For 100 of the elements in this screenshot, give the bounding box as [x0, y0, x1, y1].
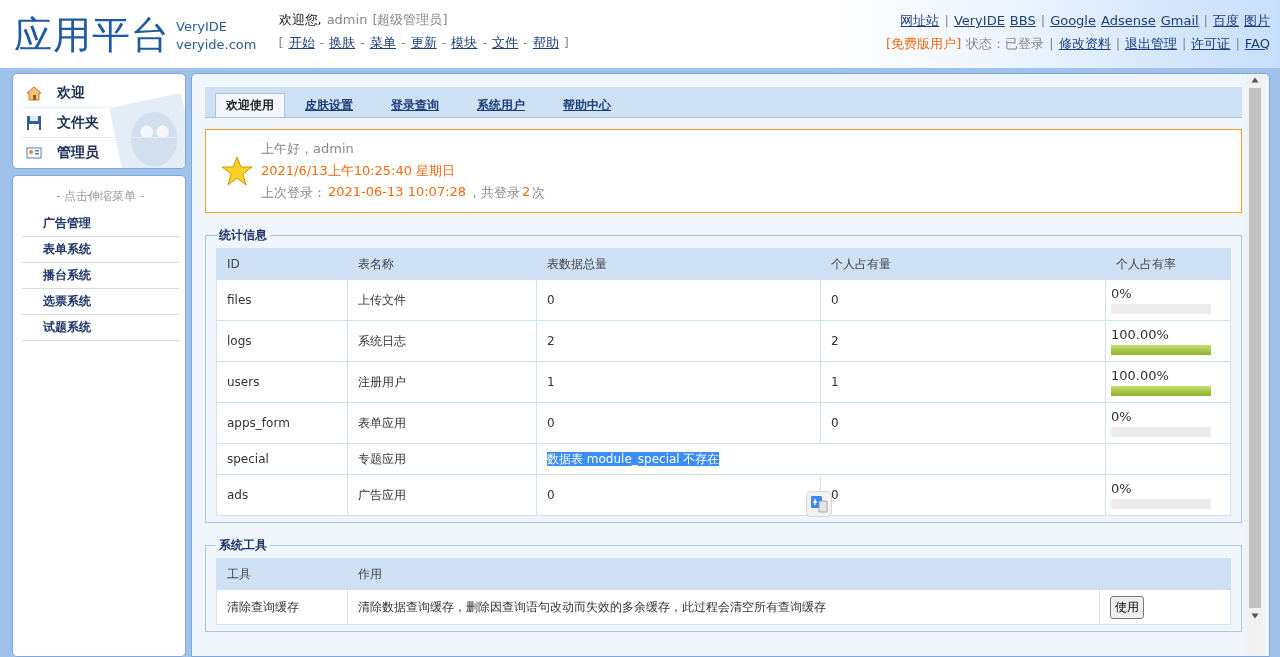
- table-cell: 0: [820, 279, 1106, 321]
- error-message: 数据表 module_special 不存在: [547, 451, 720, 466]
- table-cell: 专题应用: [347, 443, 537, 475]
- table-cell: 2: [820, 320, 1106, 362]
- login-status: 状态：已登录: [966, 35, 1045, 53]
- column-header: 工具: [216, 558, 348, 590]
- top-link[interactable]: 网址站: [900, 12, 940, 30]
- edition-label: [免费版用户]: [886, 35, 962, 53]
- account-link[interactable]: 修改资料: [1058, 35, 1111, 53]
- table-cell: apps_form: [216, 402, 348, 444]
- last-login-label: 上次登录：: [261, 184, 326, 202]
- translate-icon[interactable]: [806, 491, 832, 517]
- shortcut-link[interactable]: 欢迎: [57, 83, 85, 102]
- shortcut-link[interactable]: 文件夹: [57, 113, 99, 132]
- bracket-text: [: [278, 35, 284, 50]
- menu-item[interactable]: 广告管理: [22, 211, 179, 237]
- column-header: 表数据总量: [536, 248, 821, 280]
- rate-text: 100.00%: [1111, 327, 1170, 342]
- separator-text: -: [523, 35, 528, 50]
- table-cell: 系统日志: [347, 320, 537, 362]
- house-icon: [26, 84, 42, 101]
- table-cell: ads: [216, 474, 348, 516]
- top-link[interactable]: Adsense: [1100, 13, 1156, 28]
- table-cell: 0: [820, 474, 1106, 516]
- column-header: ID: [216, 248, 348, 280]
- account-link[interactable]: FAQ: [1244, 36, 1270, 51]
- tab[interactable]: 欢迎使用: [215, 93, 285, 117]
- separator-text: -: [482, 35, 488, 50]
- top-link[interactable]: Google: [1050, 13, 1096, 28]
- star-icon: [221, 155, 253, 187]
- table-cell: 上传文件: [347, 279, 537, 321]
- rate-text: 0%: [1111, 409, 1133, 424]
- table-cell: users: [216, 361, 348, 403]
- column-header: 作用: [347, 558, 1100, 590]
- shortcut-link[interactable]: 管理员: [57, 143, 99, 162]
- nav-link[interactable]: 换肤: [329, 34, 356, 52]
- user-name: admin: [326, 12, 368, 27]
- top-link[interactable]: Gmail: [1160, 13, 1199, 28]
- table-cell: 清除查询缓存: [216, 589, 348, 625]
- login-count: 2: [522, 184, 531, 201]
- brand-name: VeryIDE: [176, 17, 228, 36]
- account-link[interactable]: 退出管理: [1125, 35, 1178, 53]
- top-link[interactable]: BBS: [1009, 13, 1036, 28]
- table-cell: 清除数据查询缓存，删除因查询语句改动而失效的多余缓存，此过程会清空所有查询缓存: [347, 589, 1100, 625]
- scrollbar[interactable]: [1247, 74, 1263, 656]
- nav-link[interactable]: 帮助: [532, 34, 559, 52]
- rate-text: 0%: [1111, 286, 1133, 301]
- login-count-label: ，共登录: [468, 184, 521, 202]
- bracket-text: ]: [563, 35, 569, 50]
- date-time: 2021/6/13上午10:25:40 星期日: [261, 162, 457, 180]
- menu-item[interactable]: 试题系统: [22, 315, 179, 341]
- nav-link[interactable]: 菜单: [370, 34, 396, 52]
- table-cell: 表单应用: [347, 402, 537, 444]
- nav-link[interactable]: 模块: [451, 34, 478, 52]
- last-login-time: 2021-06-13 10:07:28: [328, 184, 467, 201]
- table-cell: 1: [536, 361, 821, 403]
- rate-text: 100.00%: [1111, 368, 1170, 383]
- account-link[interactable]: 许可证: [1191, 35, 1231, 53]
- user-role: [超级管理员]: [372, 11, 448, 29]
- separator-text: |: [1115, 36, 1121, 51]
- separator-text: |: [1235, 36, 1240, 51]
- tab[interactable]: 系统用户: [467, 94, 535, 117]
- table-cell: files: [216, 279, 348, 321]
- welcome-text: 欢迎您,: [278, 11, 322, 29]
- nav-link[interactable]: 文件: [492, 34, 519, 52]
- table-cell: 1: [820, 361, 1106, 403]
- id-card-icon: [26, 144, 42, 161]
- table-cell: special: [216, 443, 348, 475]
- menu-item[interactable]: 播台系统: [22, 263, 179, 289]
- scroll-thumb[interactable]: [1249, 88, 1261, 608]
- tab[interactable]: 皮肤设置: [295, 94, 363, 117]
- table-cell: 0: [536, 279, 821, 321]
- menu-item[interactable]: 表单系统: [22, 237, 179, 263]
- column-header: 个人占有量: [820, 248, 1106, 280]
- table-cell: logs: [216, 320, 348, 362]
- table-cell: 广告应用: [347, 474, 537, 516]
- separator-text: |: [944, 13, 949, 28]
- table-cell: 2: [536, 320, 821, 362]
- column-header: 表名称: [347, 248, 537, 280]
- rate-text: 0%: [1111, 481, 1133, 496]
- table-cell: 0: [536, 402, 821, 444]
- column-header: 个人占有率: [1105, 248, 1231, 280]
- tab[interactable]: 帮助中心: [553, 94, 621, 117]
- table-cell: 注册用户: [347, 361, 537, 403]
- top-link[interactable]: 图片: [1244, 12, 1270, 30]
- separator-text: -: [401, 35, 406, 50]
- separator-text: -: [360, 35, 365, 50]
- use-button[interactable]: 使用: [1110, 595, 1144, 619]
- tab[interactable]: 登录查询: [381, 94, 449, 117]
- site-logo: 应用平台: [14, 13, 170, 58]
- top-link[interactable]: 百度: [1213, 12, 1239, 30]
- nav-link[interactable]: 开始: [288, 34, 315, 52]
- separator-text: -: [441, 35, 447, 50]
- count-unit: 次: [532, 184, 546, 202]
- separator-text: -: [319, 35, 325, 50]
- section-title: 系统工具: [218, 537, 268, 554]
- menu-item[interactable]: 选票系统: [22, 289, 179, 315]
- top-link[interactable]: VeryIDE: [953, 13, 1005, 28]
- nav-link[interactable]: 更新: [410, 34, 437, 52]
- table-cell: 0: [536, 474, 821, 516]
